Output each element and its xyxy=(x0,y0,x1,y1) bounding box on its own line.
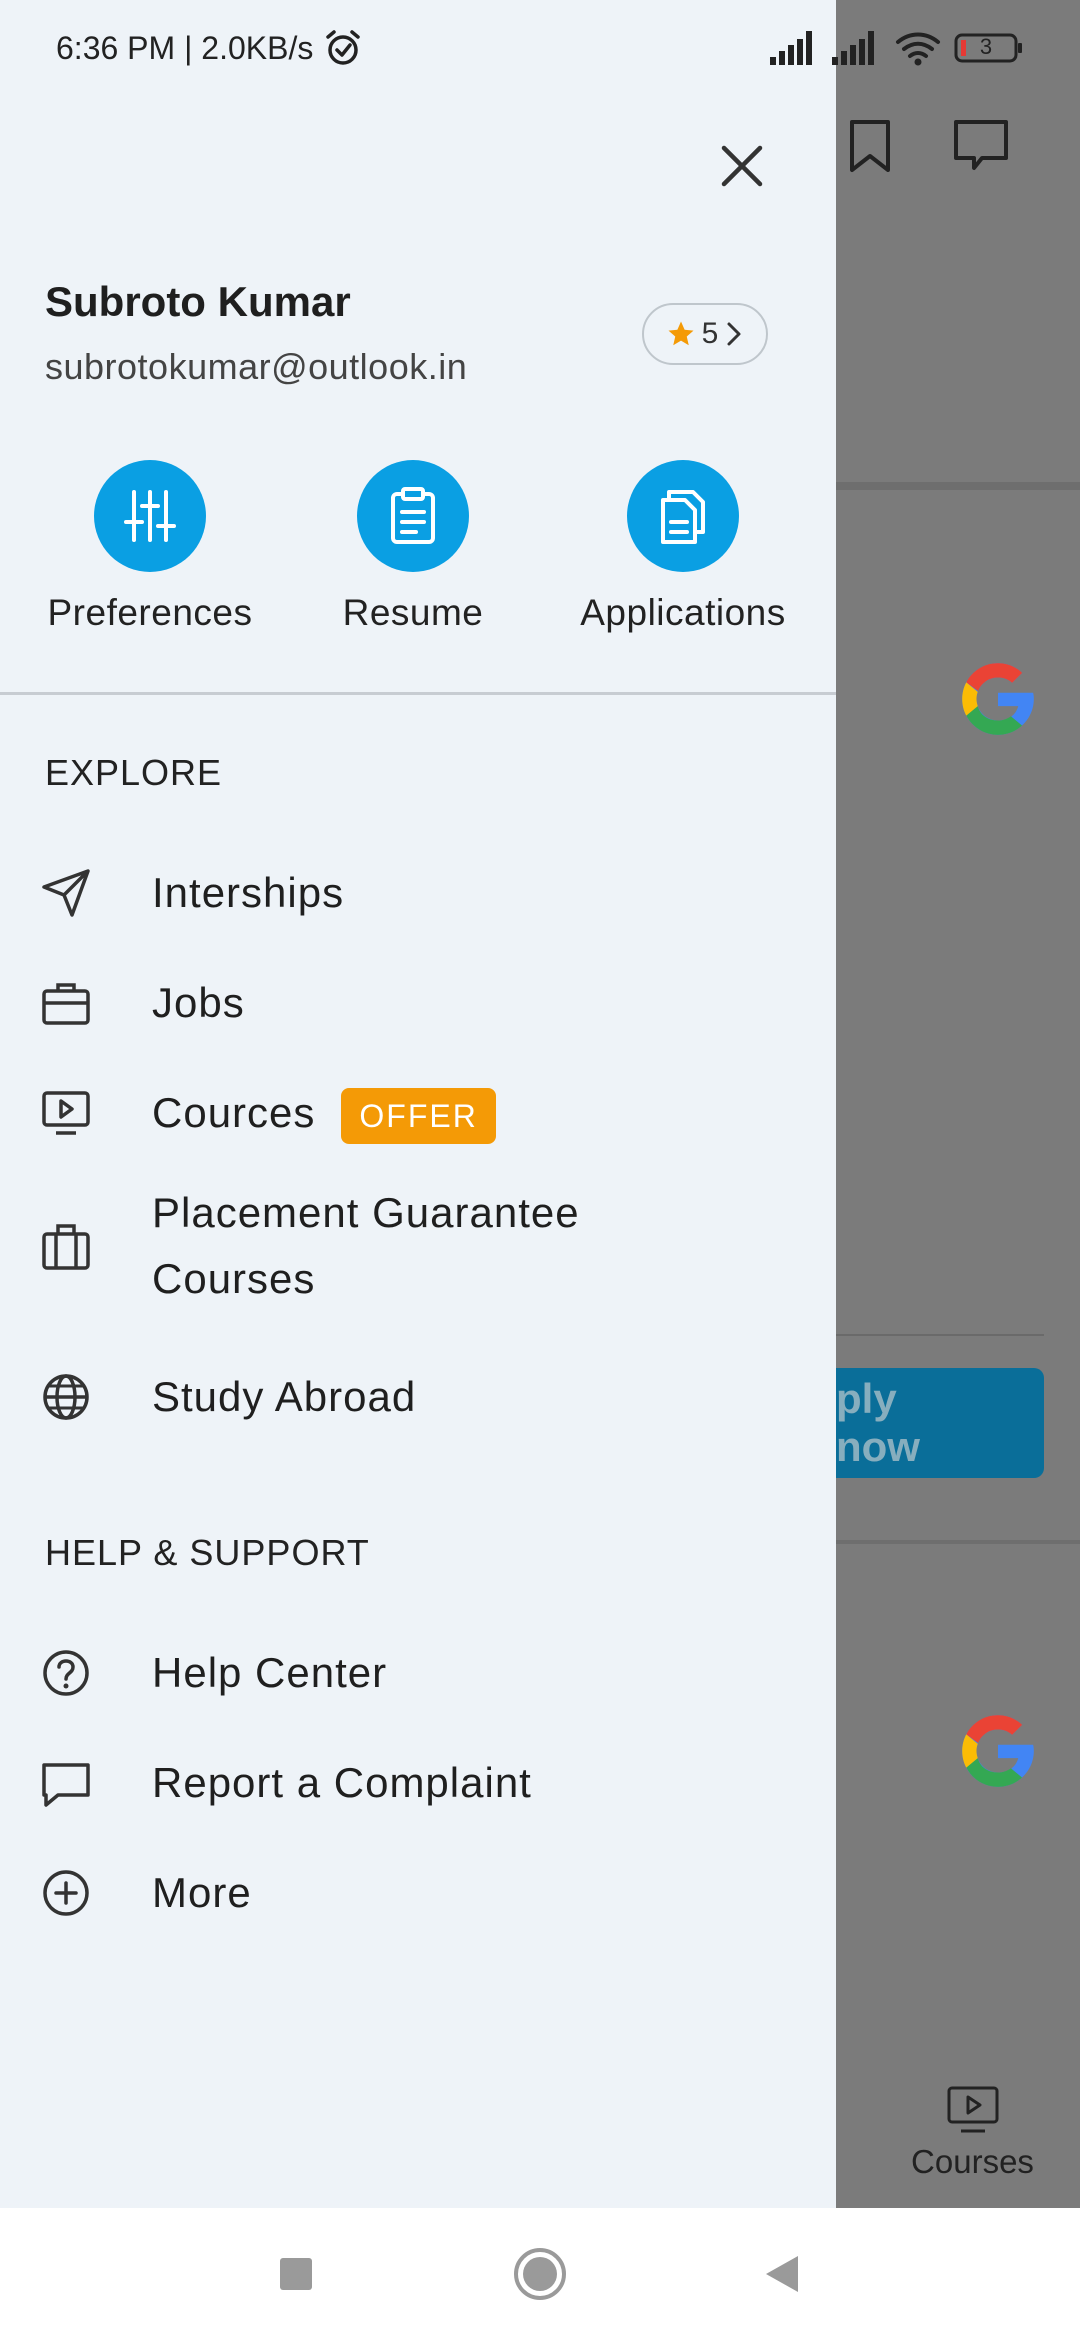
bookmark-icon[interactable] xyxy=(848,118,892,179)
back-triangle-icon xyxy=(766,2256,798,2292)
home-button[interactable] xyxy=(510,2244,570,2304)
menu-item-label: More xyxy=(152,1869,252,1916)
play-screen-icon xyxy=(40,1087,92,1139)
quick-actions: Preferences Resume Applications xyxy=(0,460,836,650)
bottom-tab-label: Courses xyxy=(911,2143,1034,2180)
menu-item-label: Jobs xyxy=(152,979,245,1026)
question-circle-icon xyxy=(40,1647,92,1699)
profile-name: Subroto Kumar xyxy=(45,278,351,325)
menu-item-courses[interactable]: Cources OFFER xyxy=(0,1078,836,1148)
applications-circle xyxy=(627,460,739,572)
plus-circle-icon xyxy=(40,1867,92,1919)
menu-item-label-wrap: Cources OFFER xyxy=(152,1080,496,1146)
navigation-drawer: Subroto Kumar subrotokumar@outlook.in 5 xyxy=(0,0,836,2208)
applications-button[interactable]: Applications xyxy=(570,460,796,634)
rating-value: 5 xyxy=(701,317,719,350)
clipboard-icon xyxy=(391,487,435,544)
home-circle-icon xyxy=(514,2248,566,2300)
background-divider xyxy=(836,482,1080,490)
battery-icon: 3 xyxy=(954,31,1024,65)
documents-icon xyxy=(661,490,705,544)
offer-badge: OFFER xyxy=(341,1087,496,1144)
menu-item-label: Help Center xyxy=(152,1649,388,1696)
chevron-right-icon xyxy=(727,322,741,346)
chat-bubble-icon xyxy=(40,1757,92,1809)
rating-badge[interactable]: 5 xyxy=(642,303,768,365)
menu-item-internships[interactable]: Interships xyxy=(0,858,836,928)
suitcase-icon xyxy=(40,1220,92,1272)
profile-section: Subroto Kumar subrotokumar@outlook.in xyxy=(45,278,467,388)
resume-circle xyxy=(357,460,469,572)
profile-email: subrotokumar@outlook.in xyxy=(45,346,468,387)
wifi-icon xyxy=(896,32,940,66)
back-button[interactable] xyxy=(752,2244,812,2304)
preferences-circle xyxy=(94,460,206,572)
section-divider xyxy=(0,692,836,695)
menu-item-label-wrap: Placement Guarantee Courses xyxy=(152,1180,580,1312)
battery-level: 3 xyxy=(979,34,993,59)
signal-icon xyxy=(770,31,812,65)
preferences-label: Preferences xyxy=(47,592,253,633)
menu-item-more[interactable]: More xyxy=(0,1858,836,1928)
menu-item-placement-guarantee-courses[interactable]: Placement Guarantee Courses xyxy=(0,1180,836,1312)
play-screen-icon xyxy=(947,2086,998,2133)
applications-label: Applications xyxy=(580,592,786,633)
sliders-icon xyxy=(124,490,176,542)
preferences-button[interactable]: Preferences xyxy=(44,460,256,634)
menu-item-label-line2: Courses xyxy=(152,1255,316,1302)
send-icon xyxy=(40,867,92,919)
star-icon xyxy=(668,321,694,346)
resume-button[interactable]: Resume xyxy=(328,460,498,634)
square-icon xyxy=(280,2258,312,2290)
recents-button[interactable] xyxy=(266,2244,326,2304)
menu-item-study-abroad[interactable]: Study Abroad xyxy=(0,1362,836,1432)
close-icon xyxy=(721,145,763,187)
explore-section-title: EXPLORE xyxy=(45,752,223,793)
menu-item-label: Cources xyxy=(152,1089,316,1136)
apply-now-button[interactable]: ply now xyxy=(836,1368,1044,1478)
resume-label: Resume xyxy=(342,592,484,633)
menu-item-label-line1: Placement Guarantee xyxy=(152,1189,580,1236)
background-divider xyxy=(836,1334,1044,1336)
globe-icon xyxy=(40,1371,92,1423)
google-logo-icon xyxy=(962,663,1034,735)
background-toolbar xyxy=(848,118,1010,179)
bottom-tab-courses[interactable]: Courses xyxy=(900,2085,1045,2181)
menu-item-label: Report a Complaint xyxy=(152,1759,532,1806)
alarm-icon xyxy=(326,30,361,65)
background-divider xyxy=(836,1540,1080,1544)
menu-item-label: Study Abroad xyxy=(152,1373,417,1420)
briefcase-icon xyxy=(40,977,92,1029)
status-right: 3 xyxy=(770,30,1024,66)
status-time: 6:36 PM | 2.0KB/s xyxy=(56,29,314,66)
close-button[interactable] xyxy=(716,140,768,192)
menu-item-label: Interships xyxy=(152,869,345,916)
menu-item-help-center[interactable]: Help Center xyxy=(0,1638,836,1708)
message-icon[interactable] xyxy=(952,118,1010,179)
google-logo-icon xyxy=(962,1715,1034,1787)
system-navigation-bar xyxy=(0,2208,1080,2340)
menu-item-jobs[interactable]: Jobs xyxy=(0,968,836,1038)
status-bar: 6:36 PM | 2.0KB/s 3 xyxy=(0,0,1080,96)
signal-icon xyxy=(832,31,874,65)
menu-item-report-complaint[interactable]: Report a Complaint xyxy=(0,1748,836,1818)
status-left: 6:36 PM | 2.0KB/s xyxy=(56,28,363,68)
help-support-section-title: HELP & SUPPORT xyxy=(45,1532,370,1573)
